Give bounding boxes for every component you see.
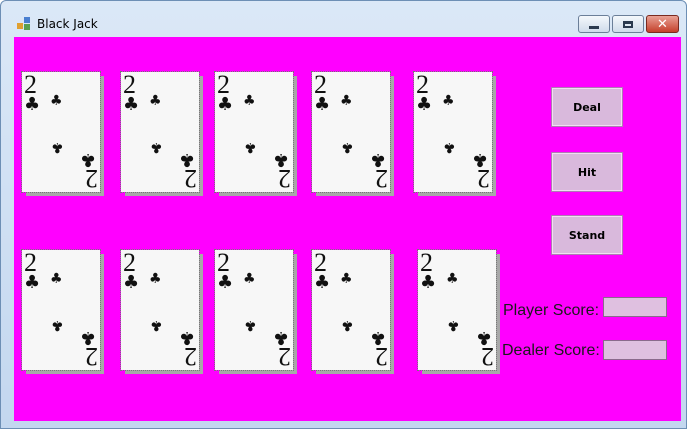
- player-score-field[interactable]: [603, 297, 667, 317]
- club-icon: ♣: [442, 93, 455, 109]
- game-table: 2 ♣ ♣ ♣ ♣ 2 2 ♣ ♣ ♣ ♣ 2 2 ♣ ♣ ♣ ♣ 2 2 ♣ …: [14, 37, 681, 421]
- club-icon: ♣: [24, 272, 41, 293]
- club-icon: ♣: [149, 271, 162, 287]
- deal-button[interactable]: Deal: [551, 87, 623, 127]
- title-bar[interactable]: Black Jack ✕: [1, 1, 686, 35]
- club-icon: ♣: [150, 317, 163, 333]
- club-icon: ♣: [123, 94, 140, 115]
- card-rank: 2: [375, 342, 388, 371]
- maximize-button[interactable]: [612, 15, 644, 33]
- club-icon: ♣: [341, 317, 354, 333]
- player-card-4: 2 ♣ ♣ ♣ ♣ 2: [311, 249, 391, 371]
- minimize-icon: [589, 25, 599, 29]
- club-icon: ♣: [51, 139, 64, 155]
- card-rank: 2: [278, 164, 291, 193]
- card-rank: 2: [278, 342, 291, 371]
- club-icon: ♣: [51, 317, 64, 333]
- dealer-card-2: 2 ♣ ♣ ♣ ♣ 2: [120, 71, 200, 193]
- club-icon: ♣: [446, 271, 459, 287]
- club-icon: ♣: [50, 271, 63, 287]
- club-icon: ♣: [217, 272, 234, 293]
- dealer-card-1: 2 ♣ ♣ ♣ ♣ 2: [21, 71, 101, 193]
- club-icon: ♣: [443, 139, 456, 155]
- club-icon: ♣: [24, 94, 41, 115]
- card-rank: 2: [85, 164, 98, 193]
- app-window: Black Jack ✕ 2 ♣ ♣ ♣ ♣ 2 2 ♣ ♣ ♣ ♣ 2 2 ♣…: [0, 0, 687, 429]
- club-icon: ♣: [341, 139, 354, 155]
- player-card-5: 2 ♣ ♣ ♣ ♣ 2: [417, 249, 497, 371]
- club-icon: ♣: [217, 94, 234, 115]
- club-icon: ♣: [243, 93, 256, 109]
- player-card-1: 2 ♣ ♣ ♣ ♣ 2: [21, 249, 101, 371]
- dealer-card-4: 2 ♣ ♣ ♣ ♣ 2: [311, 71, 391, 193]
- dealer-card-5: 2 ♣ ♣ ♣ ♣ 2: [413, 71, 493, 193]
- club-icon: ♣: [340, 271, 353, 287]
- dealer-score-label: Dealer Score:: [502, 342, 600, 359]
- minimize-button[interactable]: [578, 15, 610, 33]
- club-icon: ♣: [123, 272, 140, 293]
- card-rank: 2: [85, 342, 98, 371]
- stand-button[interactable]: Stand: [551, 215, 623, 255]
- club-icon: ♣: [420, 272, 437, 293]
- club-icon: ♣: [340, 93, 353, 109]
- card-rank: 2: [477, 164, 490, 193]
- player-score-label: Player Score:: [503, 302, 600, 319]
- close-button[interactable]: ✕: [646, 15, 679, 33]
- dealer-card-3: 2 ♣ ♣ ♣ ♣ 2: [214, 71, 294, 193]
- club-icon: ♣: [149, 93, 162, 109]
- club-icon: ♣: [150, 139, 163, 155]
- club-icon: ♣: [50, 93, 63, 109]
- app-icon: [17, 17, 31, 31]
- dealer-score-field[interactable]: [603, 340, 667, 360]
- club-icon: ♣: [314, 94, 331, 115]
- club-icon: ♣: [416, 94, 433, 115]
- hit-button[interactable]: Hit: [551, 152, 623, 192]
- player-card-2: 2 ♣ ♣ ♣ ♣ 2: [120, 249, 200, 371]
- club-icon: ♣: [244, 139, 257, 155]
- window-title: Black Jack: [37, 17, 98, 31]
- club-icon: ♣: [243, 271, 256, 287]
- club-icon: ♣: [244, 317, 257, 333]
- club-icon: ♣: [314, 272, 331, 293]
- club-icon: ♣: [447, 317, 460, 333]
- card-rank: 2: [184, 164, 197, 193]
- card-rank: 2: [184, 342, 197, 371]
- card-rank: 2: [481, 342, 494, 371]
- card-rank: 2: [375, 164, 388, 193]
- close-icon: ✕: [657, 16, 668, 32]
- maximize-icon: [623, 20, 633, 28]
- player-card-3: 2 ♣ ♣ ♣ ♣ 2: [214, 249, 294, 371]
